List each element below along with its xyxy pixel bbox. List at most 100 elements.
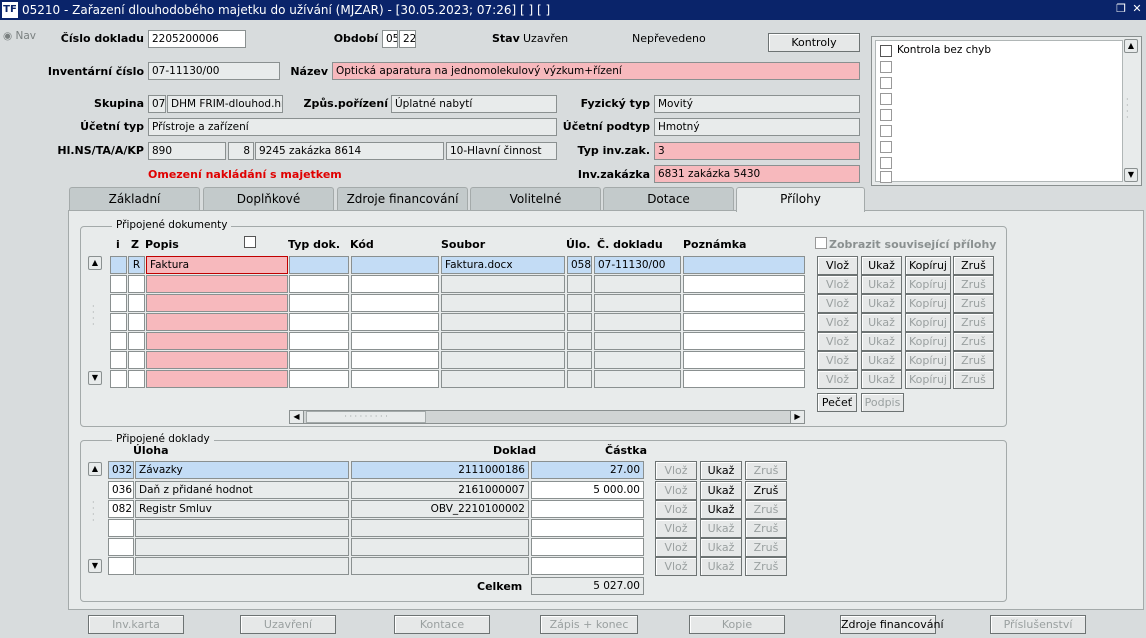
invzak-field[interactable]: 6831 zakázka 5430 — [654, 165, 860, 183]
doc-kopiruj-button[interactable]: Kopíruj — [905, 351, 951, 370]
doc-vloz-button[interactable]: Vlož — [817, 275, 858, 294]
doc-soubor-cell[interactable] — [441, 294, 565, 312]
doklad-code-cell[interactable] — [108, 538, 134, 556]
doc-kopiruj-button[interactable]: Kopíruj — [905, 332, 951, 351]
doc-vloz-button[interactable]: Vlož — [817, 256, 858, 275]
prislusenstvi-button[interactable]: Příslušenství — [990, 615, 1086, 634]
doc-poznamka-cell[interactable] — [683, 294, 805, 312]
doc-cdokladu-cell[interactable] — [594, 313, 681, 331]
tab-dotace[interactable]: Dotace — [603, 187, 734, 211]
doklad-code-cell[interactable]: 032 — [108, 461, 134, 479]
nav-toggle[interactable]: ◉ Nav — [3, 30, 36, 42]
doc-z-cell[interactable]: R — [128, 256, 145, 274]
doc-typ-cell[interactable] — [289, 275, 349, 293]
doklad-castka-cell[interactable] — [531, 538, 644, 556]
tab-zakladni[interactable]: Základní — [69, 187, 200, 211]
cislo-field[interactable]: 2205200006 — [148, 30, 246, 48]
doklad-zrus-button[interactable]: Zruš — [745, 538, 787, 557]
doklad-castka-cell[interactable]: 27.00 — [531, 461, 644, 479]
doc-cdokladu-cell[interactable] — [594, 275, 681, 293]
scroll-left-icon[interactable]: ◀ — [290, 411, 304, 423]
doc-kopiruj-button[interactable]: Kopíruj — [905, 313, 951, 332]
doc-kod-cell[interactable] — [351, 256, 439, 274]
tab-zdroje[interactable]: Zdroje financování — [337, 187, 468, 211]
doc-popis-cell[interactable] — [146, 370, 288, 388]
doc-ulo-cell[interactable] — [567, 332, 592, 350]
doc-typ-cell[interactable] — [289, 256, 349, 274]
kontrola-checkbox[interactable] — [880, 45, 892, 57]
doc-zrus-button[interactable]: Zruš — [953, 275, 994, 294]
kontrola-checkbox[interactable] — [880, 109, 892, 121]
kontroly-button[interactable]: Kontroly — [768, 33, 860, 52]
hlns-ta-field[interactable]: 8 — [228, 142, 254, 160]
doc-cdokladu-cell[interactable] — [594, 332, 681, 350]
doc-z-cell[interactable] — [128, 313, 145, 331]
doc-scroll-grip-icon[interactable]: · · · · — [92, 303, 95, 329]
doc-vloz-button[interactable]: Vlož — [817, 332, 858, 351]
doklad-ukaz-button[interactable]: Ukaž — [700, 481, 742, 500]
doc-poznamka-cell[interactable] — [683, 313, 805, 331]
kontrola-checkbox[interactable] — [880, 125, 892, 137]
hlns-kp-field[interactable]: 10-Hlavní činnost — [446, 142, 557, 160]
doklad-name-cell[interactable] — [135, 557, 349, 575]
doc-i-cell[interactable] — [110, 313, 127, 331]
doklad-name-cell[interactable]: Závazky — [135, 461, 349, 479]
doklad-vloz-button[interactable]: Vlož — [655, 538, 697, 557]
invkarta-button[interactable]: Inv.karta — [88, 615, 184, 634]
doc-soubor-cell[interactable] — [441, 370, 565, 388]
doc-poznamka-cell[interactable] — [683, 256, 805, 274]
scroll-right-icon[interactable]: ▶ — [790, 411, 804, 423]
doc-ukaz-button[interactable]: Ukaž — [861, 332, 902, 351]
scroll-down-icon[interactable]: ▼ — [1124, 168, 1138, 182]
doklad-number-cell[interactable] — [351, 519, 529, 537]
doc-scroll-up-icon[interactable]: ▲ — [88, 256, 102, 270]
doklad-ukaz-button[interactable]: Ukaž — [700, 538, 742, 557]
doklad-ukaz-button[interactable]: Ukaž — [700, 557, 742, 576]
doc-zrus-button[interactable]: Zruš — [953, 351, 994, 370]
doc-vloz-button[interactable]: Vlož — [817, 370, 858, 389]
hscroll-thumb[interactable]: · · · · · · · · · — [306, 411, 426, 423]
zdroje-financovani-button[interactable]: Zdroje financování — [840, 615, 944, 634]
doc-i-cell[interactable] — [110, 275, 127, 293]
doklady-scroll-grip-icon[interactable]: · · · · — [92, 499, 95, 525]
doc-popis-cell[interactable] — [146, 294, 288, 312]
doklad-castka-cell[interactable] — [531, 500, 644, 518]
pecet-button[interactable]: Pečeť — [817, 393, 857, 412]
doc-ukaz-button[interactable]: Ukaž — [861, 351, 902, 370]
doklad-ukaz-button[interactable]: Ukaž — [700, 500, 742, 519]
zpusob-field[interactable]: Úplatné nabytí — [391, 95, 557, 113]
doc-typ-cell[interactable] — [289, 370, 349, 388]
doklady-scroll-up-icon[interactable]: ▲ — [88, 462, 102, 476]
doklad-number-cell[interactable]: 2111000186 — [351, 461, 529, 479]
select-all-checkbox[interactable] — [244, 236, 256, 248]
doklad-castka-cell[interactable] — [531, 519, 644, 537]
doklad-vloz-button[interactable]: Vlož — [655, 557, 697, 576]
doc-popis-cell[interactable] — [146, 313, 288, 331]
doklad-castka-cell[interactable]: 5 000.00 — [531, 481, 644, 499]
doklady-scroll-down-icon[interactable]: ▼ — [88, 559, 102, 573]
doc-typ-cell[interactable] — [289, 313, 349, 331]
doc-z-cell[interactable] — [128, 370, 145, 388]
doc-vloz-button[interactable]: Vlož — [817, 351, 858, 370]
doc-zrus-button[interactable]: Zruš — [953, 370, 994, 389]
doklad-number-cell[interactable] — [351, 557, 529, 575]
kontrola-list[interactable]: Kontrola bez chyb ▲ · · · · ▼ — [871, 36, 1142, 186]
doklad-number-cell[interactable] — [351, 538, 529, 556]
doklad-code-cell[interactable] — [108, 557, 134, 575]
doc-kod-cell[interactable] — [351, 370, 439, 388]
doc-kod-cell[interactable] — [351, 351, 439, 369]
doc-typ-cell[interactable] — [289, 351, 349, 369]
hlns-a-field[interactable]: 9245 zakázka 8614 — [255, 142, 444, 160]
doklad-vloz-button[interactable]: Vlož — [655, 519, 697, 538]
podtyp-field[interactable]: Hmotný — [654, 118, 860, 136]
doc-ukaz-button[interactable]: Ukaž — [861, 275, 902, 294]
doc-kopiruj-button[interactable]: Kopíruj — [905, 294, 951, 313]
typinv-field[interactable]: 3 — [654, 142, 860, 160]
doc-ulo-cell[interactable]: 058 — [567, 256, 592, 274]
doc-z-cell[interactable] — [128, 294, 145, 312]
doc-ulo-cell[interactable] — [567, 275, 592, 293]
skupina-code-field[interactable]: 07 — [148, 95, 166, 113]
doc-typ-cell[interactable] — [289, 332, 349, 350]
doc-ulo-cell[interactable] — [567, 351, 592, 369]
doklad-code-cell[interactable]: 036 — [108, 481, 134, 499]
